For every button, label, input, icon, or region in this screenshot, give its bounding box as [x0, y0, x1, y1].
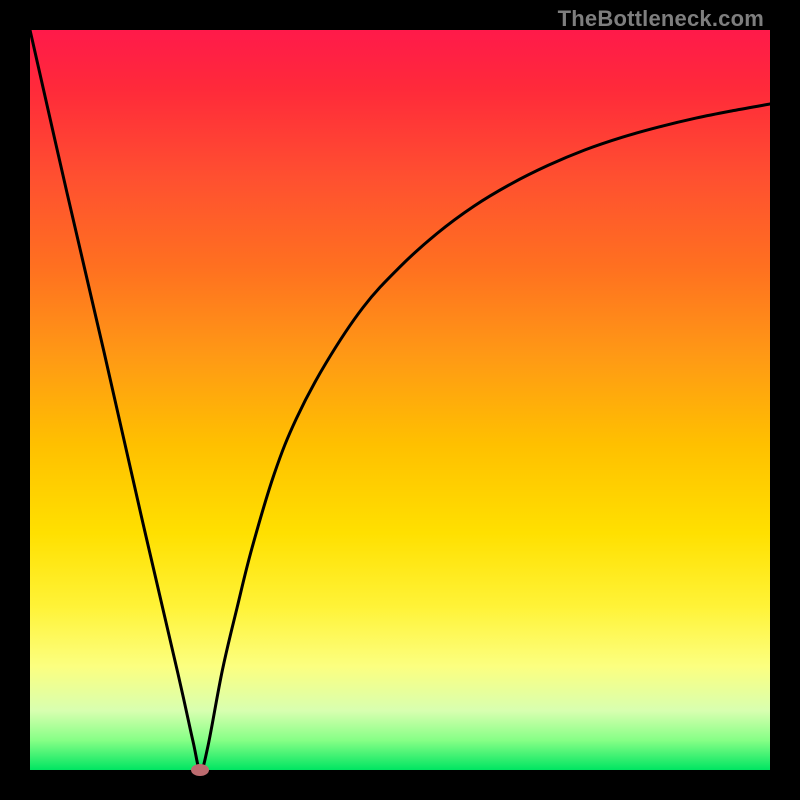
min-marker [191, 764, 209, 776]
watermark-text: TheBottleneck.com [558, 6, 764, 32]
plot-area [30, 30, 770, 770]
bottleneck-curve-path [30, 30, 770, 770]
curve-svg [30, 30, 770, 770]
chart-frame: TheBottleneck.com [0, 0, 800, 800]
